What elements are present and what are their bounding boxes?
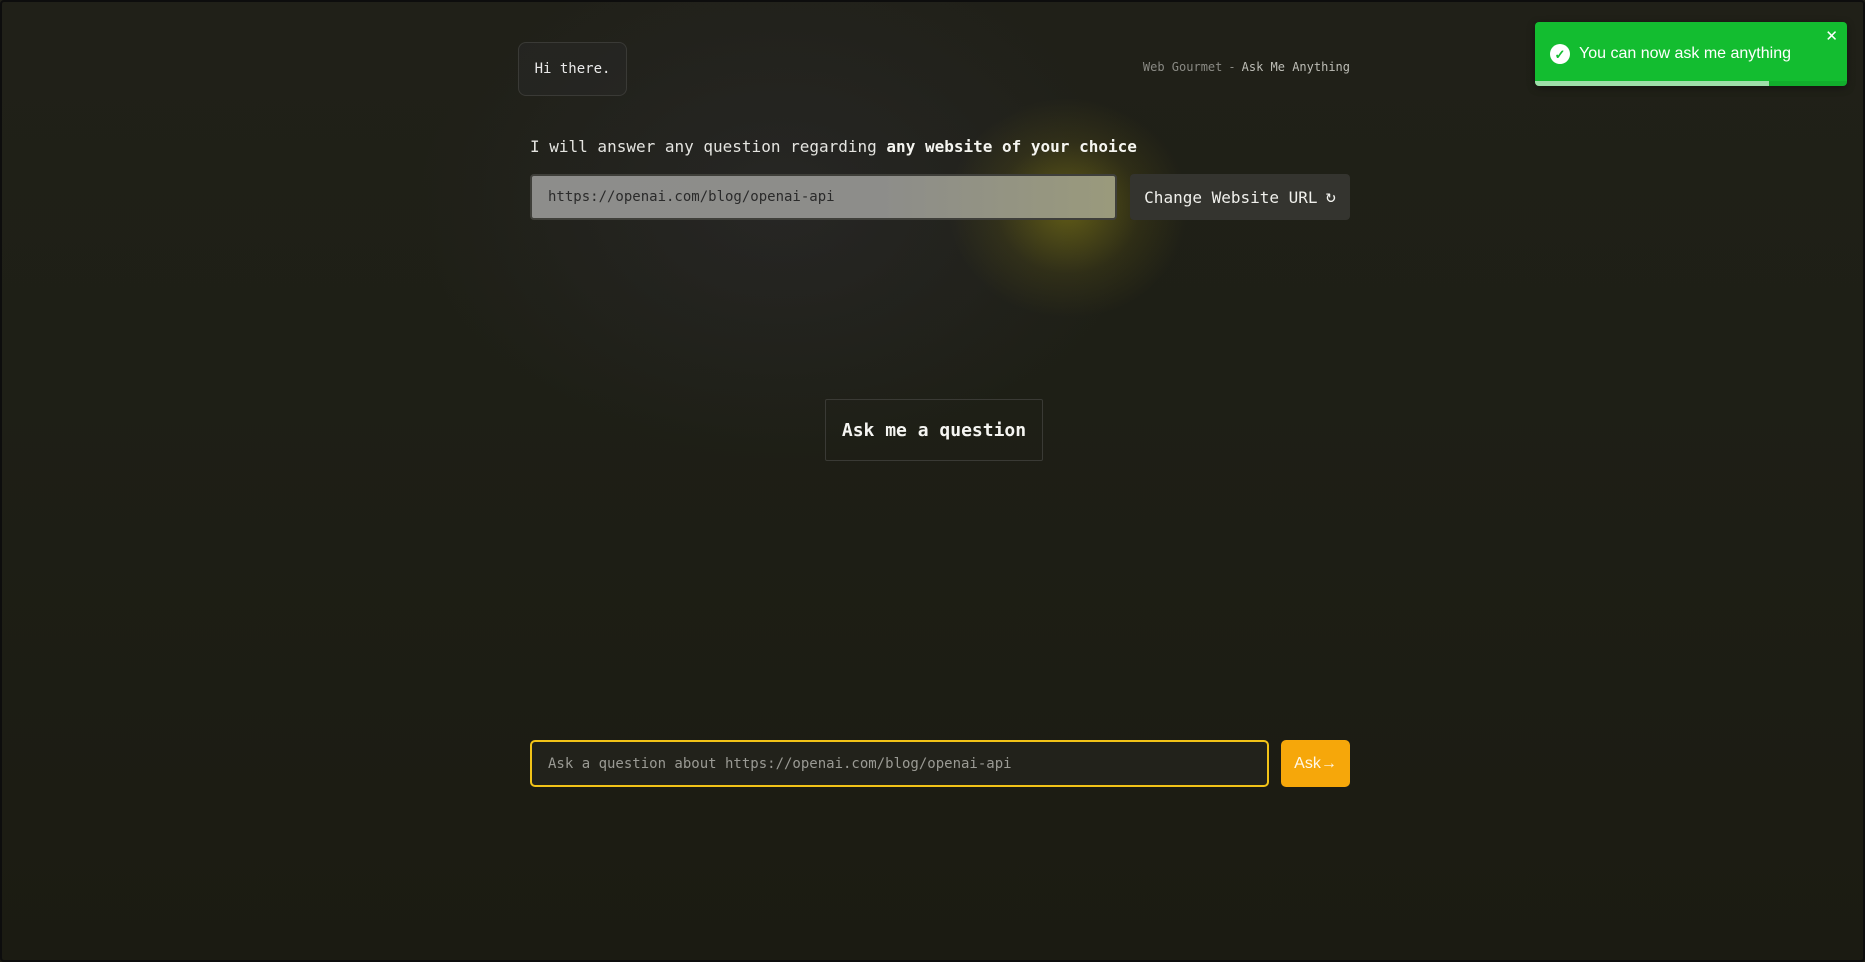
ask-question-heading: Ask me a question [825,399,1043,461]
ask-button-label: Ask→ [1294,754,1337,772]
website-url-value: https://openai.com/blog/openai-api [548,189,835,205]
intro-lead: I will answer any question regarding [530,137,877,156]
check-circle-icon: ✓ [1550,44,1570,64]
website-url-field[interactable]: https://openai.com/blog/openai-api [530,174,1117,220]
question-input[interactable] [530,740,1269,787]
intro-text: I will answer any question regarding any… [530,137,1137,156]
toast-progress-track [1535,81,1847,86]
close-icon[interactable]: ✕ [1825,29,1838,44]
brand-separator: - [1228,60,1236,74]
change-website-url-button[interactable]: Change Website URL ↻ [1130,174,1350,220]
greeting-text: Hi there. [534,61,611,77]
refresh-icon: ↻ [1325,187,1336,207]
ask-question-heading-text: Ask me a question [841,419,1027,441]
greeting-badge: Hi there. [518,42,627,96]
brand-tagline: Ask Me Anything [1241,60,1350,74]
success-toast: ✓ You can now ask me anything ✕ [1535,22,1847,86]
brand-name: Web Gourmet [1142,60,1223,74]
toast-message: You can now ask me anything [1579,45,1791,62]
brand-line: Web Gourmet - Ask Me Anything [1143,60,1350,74]
toast-progress-bar [1535,81,1769,86]
intro-emphasis: any website of your choice [886,137,1137,156]
ask-button[interactable]: Ask→ [1281,740,1350,787]
change-website-url-label: Change Website URL [1144,187,1318,207]
